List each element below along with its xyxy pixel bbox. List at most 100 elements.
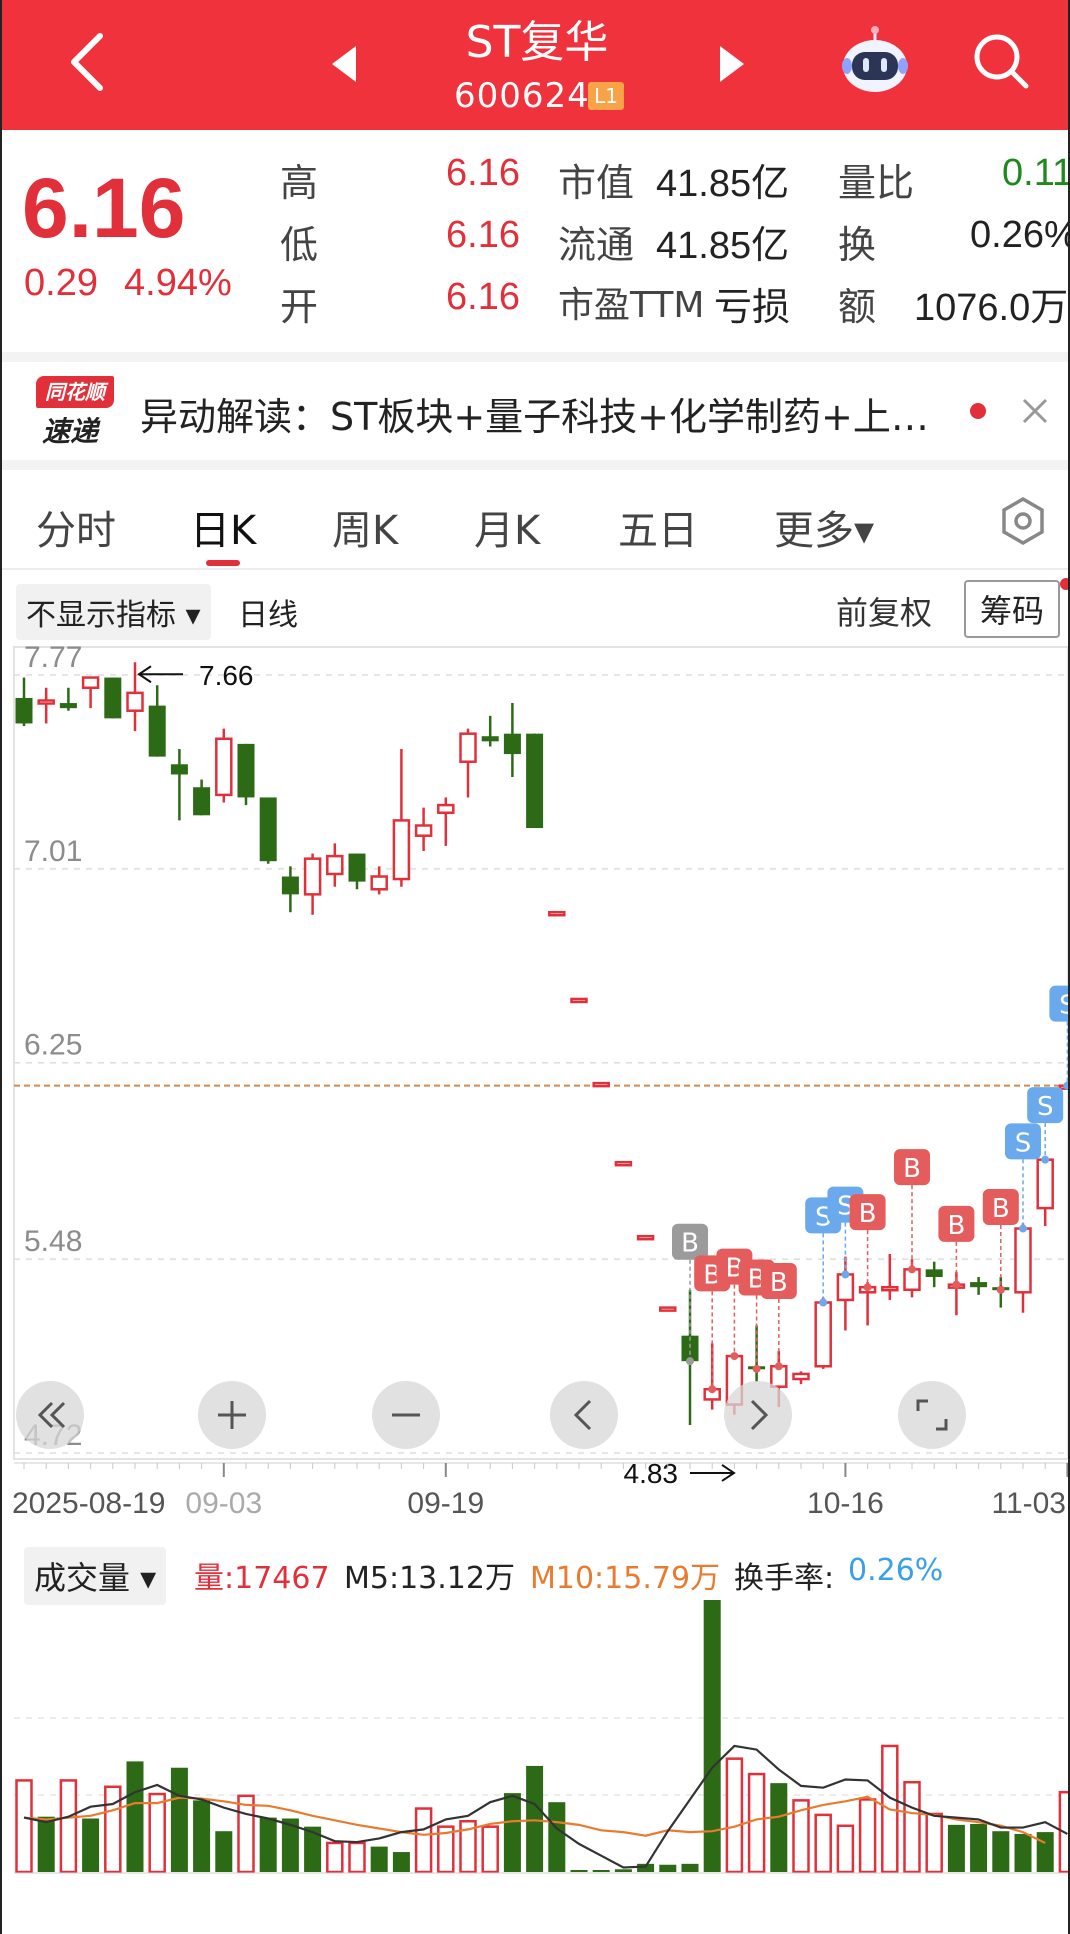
candle-body (15, 697, 33, 724)
trade-mark-dot (708, 1385, 717, 1394)
pe-label: 市盈TTM (558, 285, 705, 326)
volume-bar (970, 1823, 988, 1872)
volume-bar (526, 1765, 544, 1872)
scroll-right-button[interactable] (724, 1381, 792, 1449)
candle-body (281, 876, 299, 895)
overlay-button-bg (550, 1381, 618, 1449)
price-change: 0.29 (24, 262, 98, 304)
scroll-left-button[interactable] (550, 1381, 618, 1449)
candle-body (1014, 1227, 1032, 1294)
settings-hexagon-icon[interactable] (998, 496, 1048, 546)
price-change-pct: 4.94% (124, 262, 232, 304)
amount-label: 额 (838, 285, 877, 329)
divider (2, 352, 1068, 362)
volume-bar (814, 1813, 832, 1874)
candle-body (570, 997, 588, 1004)
zoom-out-button[interactable] (372, 1381, 440, 1449)
volume-bar (548, 1802, 566, 1872)
tab-more[interactable]: 更多▾ (774, 498, 874, 556)
volume-bar (747, 1772, 766, 1874)
volume-bar (992, 1831, 1010, 1872)
volume-bar (659, 1864, 677, 1872)
high-label: 高 (280, 161, 319, 205)
volume-bar (15, 1779, 33, 1874)
candle-body (37, 699, 55, 705)
search-icon[interactable] (970, 30, 1034, 94)
candle-body (81, 676, 100, 690)
x-tick-label: 09-03 (185, 1487, 262, 1520)
trade-mark-label: S (1015, 1128, 1032, 1158)
next-stock-icon[interactable] (718, 44, 746, 84)
trade-mark-dot (730, 1352, 739, 1361)
volume-bar (193, 1800, 211, 1872)
tab-monthly-k[interactable]: 月K (474, 498, 540, 556)
indicator-dropdown[interactable]: 不显示指标 ▾ (16, 584, 211, 640)
volratio-value: 0.11 (1002, 152, 1070, 194)
candle-body (459, 732, 477, 763)
fullscreen-button[interactable] (898, 1381, 966, 1449)
volume-bar (104, 1785, 122, 1874)
volume-header: 成交量 ▾ 量:17467 M5:13.12万 M10:15.79万 换手率: … (2, 1545, 1068, 1605)
overlay-button-bg (724, 1381, 792, 1449)
candle-body (592, 1081, 610, 1088)
tab-intraday[interactable]: 分时 (36, 498, 116, 556)
kline-chart[interactable]: 7.777.016.255.484.727.664.83BBBBBSSBBBBS… (2, 645, 1070, 1545)
volume-bar (148, 1792, 166, 1874)
volume-bar (82, 1818, 100, 1872)
turnover-rate-label: 换手率: (734, 1561, 835, 1596)
stock-detail-page: ST复华 600624 L1 6.16 0.29 4.94% 高 6.16 低 … (0, 0, 1070, 1934)
volume-bar (348, 1841, 366, 1874)
candle-body (326, 854, 344, 876)
volume-bar (770, 1783, 788, 1872)
volume-value: 量:17467 (194, 1561, 330, 1596)
buy-mark[interactable]: B (894, 1149, 930, 1274)
open-value: 6.16 (446, 276, 520, 318)
news-flash-bar[interactable]: 同花顺 速递 异动解读：ST板块+量子科技+化学制药+上… (2, 362, 1068, 458)
trade-mark-dot (752, 1364, 761, 1373)
mktcap-value: 41.85亿 (656, 163, 790, 205)
zoom-in-button[interactable] (198, 1381, 266, 1449)
tab-five-day[interactable]: 五日 (618, 498, 698, 556)
volume-bar (614, 1869, 632, 1872)
volume-bar (326, 1841, 344, 1874)
trade-mark-label: B (992, 1194, 1010, 1224)
tab-weekly-k[interactable]: 周K (332, 498, 398, 556)
trade-mark-label: B (903, 1154, 921, 1184)
news-headline[interactable]: 异动解读：ST板块+量子科技+化学制药+上… (140, 386, 929, 441)
candle-body (148, 705, 166, 757)
scroll-first-button[interactable] (16, 1381, 84, 1449)
trade-mark-label: S (1059, 991, 1070, 1021)
volume-m5: M5:13.12万 (344, 1561, 515, 1596)
volume-bar (392, 1852, 410, 1872)
float-label: 流通 (558, 223, 635, 267)
volume-chart[interactable] (2, 1600, 1070, 1930)
level-badge: L1 (588, 82, 624, 110)
volume-bar (503, 1793, 521, 1872)
amount-value: 1076.0万 (914, 287, 1069, 329)
x-tick-label: 2025-08-19 (12, 1487, 165, 1520)
volume-bar (259, 1817, 277, 1872)
max-price-label: 7.66 (199, 660, 254, 691)
tab-daily-k[interactable]: 日K (190, 498, 256, 556)
candle-body (170, 764, 188, 775)
candle-body (792, 1372, 810, 1381)
buy-mark[interactable]: B (849, 1194, 886, 1292)
candle-body (193, 787, 211, 816)
volume-dropdown[interactable]: 成交量 ▾ (24, 1547, 167, 1605)
period-tabs: 分时 日K 周K 月K 五日 更多▾ (2, 470, 1068, 570)
unread-dot (970, 403, 986, 419)
volume-bar (37, 1816, 55, 1872)
adjust-toggle[interactable]: 前复权 (836, 588, 932, 634)
close-icon[interactable] (1020, 396, 1050, 426)
mktcap-label: 市值 (558, 161, 635, 205)
trade-mark-label: B (770, 1268, 788, 1298)
turnover-rate-value: 0.26% (848, 1553, 944, 1588)
volume-bar (126, 1761, 144, 1872)
sell-mark[interactable]: S (1049, 985, 1070, 1090)
pe-value: 亏损 (714, 287, 791, 329)
trade-mark-label: B (947, 1211, 965, 1241)
trade-mark-label: B (859, 1199, 877, 1229)
robot-assistant-icon[interactable] (838, 24, 912, 98)
trade-mark-dot (686, 1357, 694, 1366)
chips-button[interactable]: 筹码 (964, 580, 1061, 638)
